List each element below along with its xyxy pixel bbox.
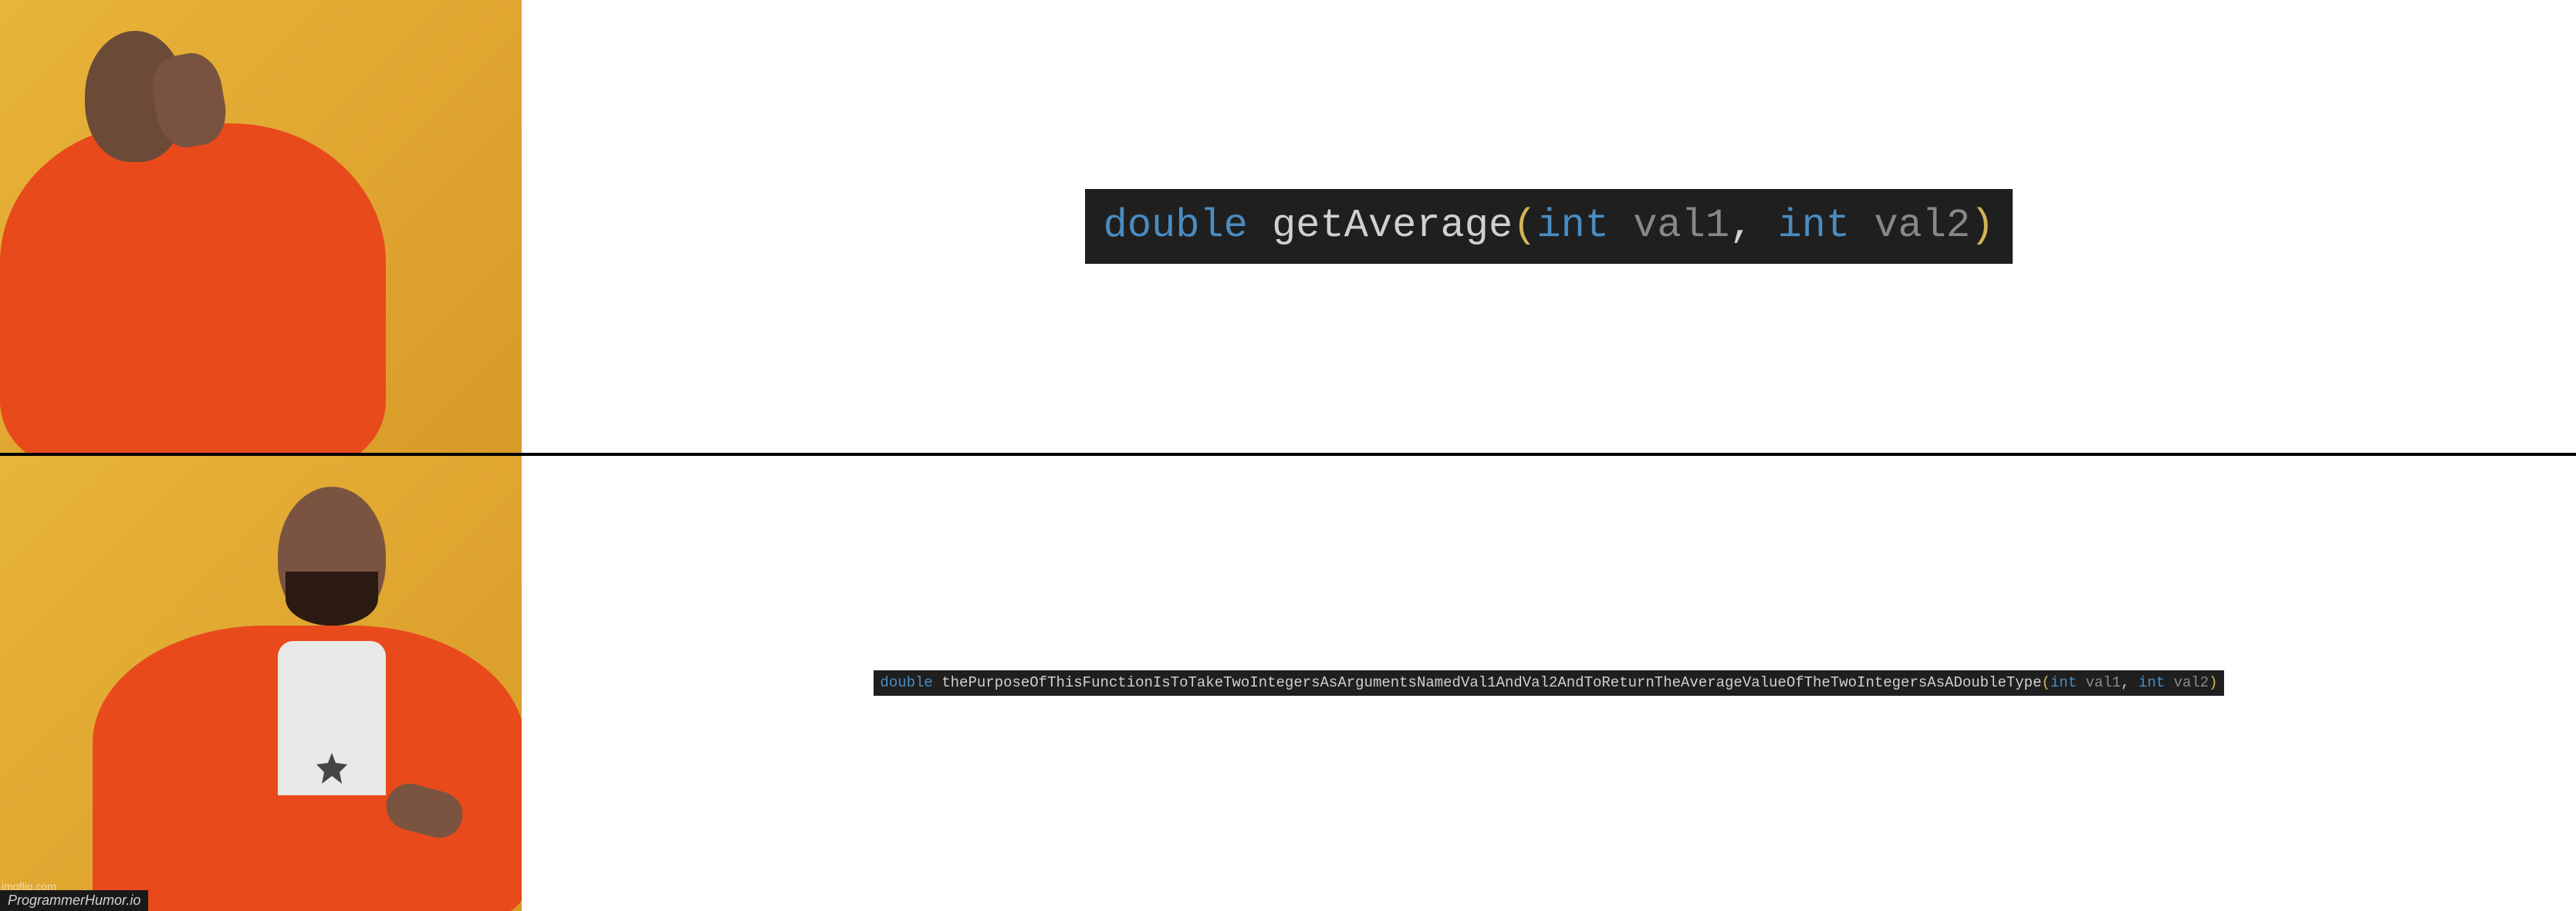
param-name: val1 [2086,674,2121,691]
param-type: int [1777,203,1850,248]
param-type: int [2050,674,2077,691]
watermark: ProgrammerHumor.io [0,890,148,911]
panel-disapprove: double getAverage(int val1, int val2) [0,0,2576,456]
function-name: getAverage [1272,203,1513,248]
param-name: val2 [1874,203,1970,248]
comma: , [2121,674,2138,691]
close-paren: ) [2209,674,2217,691]
jumpman-logo-icon [313,749,351,788]
content-approve: double thePurposeOfThisFunctionIsToTakeT… [522,456,2576,911]
panel-approve: double thePurposeOfThisFunctionIsToTakeT… [0,456,2576,911]
param-name: val1 [1633,203,1729,248]
return-type: double [1104,203,1248,248]
comma: , [1729,203,1777,248]
drake-approve-image [0,456,522,911]
param-type: int [1536,203,1609,248]
open-paren: ( [1513,203,1536,248]
drake-meme: double getAverage(int val1, int val2) [0,0,2576,911]
function-name: thePurposeOfThisFunctionIsToTakeTwoInteg… [941,674,2041,691]
code-snippet-long: double thePurposeOfThisFunctionIsToTakeT… [874,670,2223,696]
open-paren: ( [2041,674,2050,691]
close-paren: ) [1970,203,1994,248]
return-type: double [880,674,932,691]
content-disapprove: double getAverage(int val1, int val2) [522,0,2576,453]
drake-disapprove-image [0,0,522,453]
param-name: val2 [2174,674,2209,691]
code-snippet-short: double getAverage(int val1, int val2) [1085,189,2013,264]
param-type: int [2138,674,2165,691]
